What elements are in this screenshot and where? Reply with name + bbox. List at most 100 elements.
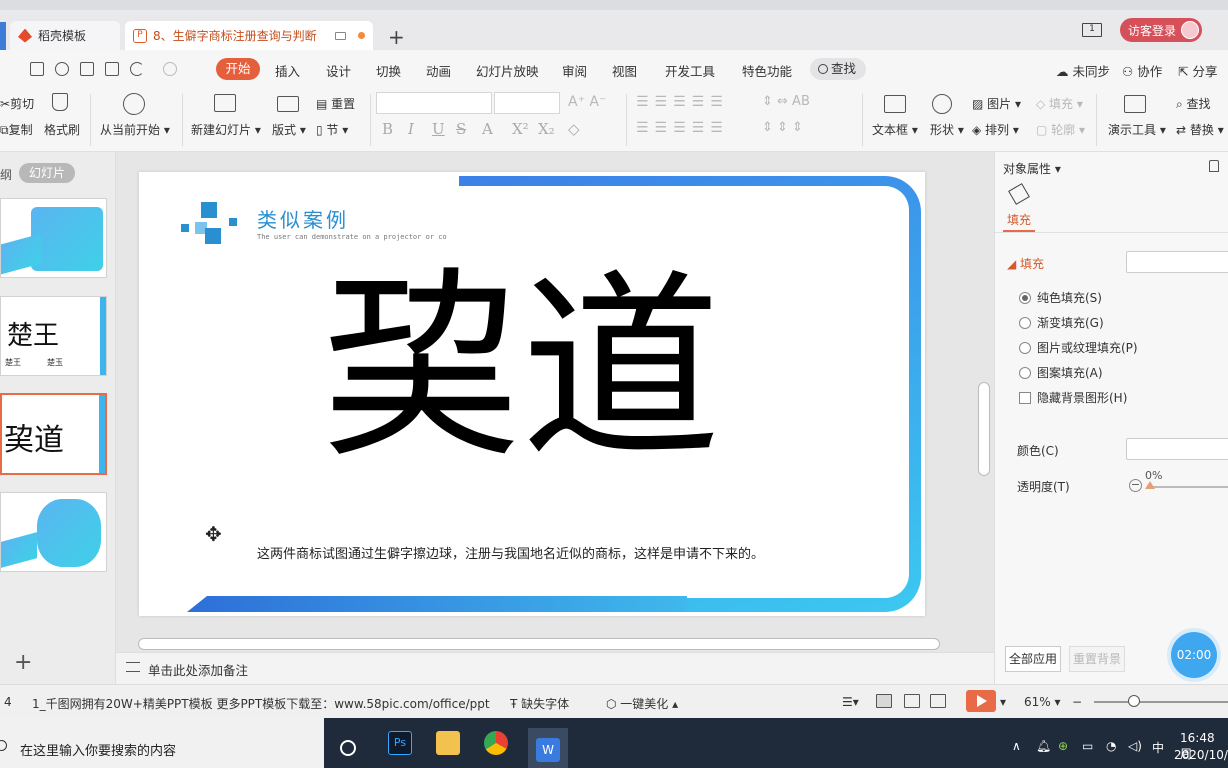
menu-review[interactable]: 审阅 — [562, 61, 587, 80]
fill-button[interactable]: ◇ 填充 ▾ — [1036, 95, 1083, 112]
presentation-tools-button[interactable]: 演示工具 ▾ — [1108, 121, 1166, 138]
new-slide-button[interactable]: 新建幻灯片 ▾ — [191, 121, 261, 138]
list-buttons[interactable]: ☰☰☰☰☰ — [636, 94, 729, 110]
visitor-login-button[interactable]: 访客登录 — [1120, 18, 1202, 42]
print-icon[interactable] — [80, 62, 94, 76]
play-slideshow-button[interactable] — [966, 690, 996, 712]
radio-pattern-fill[interactable]: 图案填充(A) — [1019, 364, 1103, 381]
page-count-icon[interactable]: 1 — [1082, 23, 1102, 37]
notification-icon[interactable]: 🔔︎ — [1036, 739, 1051, 753]
transparency-decrease-button[interactable]: − — [1129, 479, 1142, 492]
clear-format-icon[interactable]: ◇ — [568, 120, 580, 138]
superscript-icon[interactable]: X² — [512, 120, 529, 138]
undo-icon[interactable] — [130, 62, 144, 76]
color-dropdown[interactable] — [1126, 438, 1228, 460]
menu-home[interactable]: 开始 — [216, 58, 260, 80]
pin-icon[interactable] — [1209, 160, 1219, 172]
layout-icon[interactable] — [277, 96, 299, 112]
task-view-icon[interactable] — [340, 740, 356, 756]
shape-icon[interactable] — [932, 94, 952, 114]
section-button[interactable]: ▯ 节 ▾ — [316, 121, 348, 138]
tab-slides[interactable]: 幻灯片 — [19, 163, 75, 183]
menu-features[interactable]: 特色功能 — [742, 61, 792, 80]
fill-section-header[interactable]: ◢ 填充 — [1007, 255, 1044, 272]
horizontal-scrollbar[interactable] — [138, 638, 940, 650]
zoom-level[interactable]: 61% ▾ — [1024, 695, 1061, 709]
redo-icon[interactable] — [163, 62, 177, 76]
fill-type-dropdown[interactable] — [1126, 251, 1228, 273]
from-current-button[interactable]: 从当前开始 ▾ — [100, 121, 170, 138]
panel-title[interactable]: 对象属性 ▾ — [1003, 160, 1061, 177]
tray-chevron-icon[interactable]: ∧ — [1012, 739, 1021, 753]
play-from-current-icon[interactable] — [123, 93, 145, 115]
reading-view-icon[interactable] — [930, 694, 946, 708]
notes-toggle-icon[interactable]: ☰▾ — [842, 695, 859, 709]
fill-bucket-icon[interactable] — [1008, 183, 1030, 205]
chrome-icon[interactable] — [484, 731, 508, 755]
menu-design[interactable]: 设计 — [326, 61, 351, 80]
display-icon[interactable] — [335, 31, 346, 40]
reset-button[interactable]: ▤ 重置 — [316, 95, 355, 112]
picture-button[interactable]: ▨ 图片 ▾ — [972, 95, 1021, 112]
outline-button[interactable]: ▢ 轮廓 ▾ — [1036, 121, 1085, 138]
font-size-select[interactable] — [494, 92, 560, 114]
strikethrough-icon[interactable]: S — [456, 120, 466, 138]
plus-app-icon[interactable]: ⊕ — [1058, 739, 1068, 753]
checkbox-hide-background[interactable]: 隐藏背景图形(H) — [1019, 389, 1127, 406]
save-icon[interactable] — [30, 62, 44, 76]
share-button[interactable]: ⇱ 分享 — [1178, 61, 1217, 80]
ime-indicator[interactable]: 中 — [1152, 739, 1164, 756]
slide-title[interactable]: 类似案例 — [257, 204, 349, 233]
menu-insert[interactable]: 插入 — [275, 61, 300, 80]
replace-button[interactable]: ⇄ 替换 ▾ — [1176, 121, 1224, 138]
font-family-select[interactable] — [376, 92, 492, 114]
zoom-slider[interactable] — [1094, 701, 1228, 703]
tab-current-document[interactable]: P 8、生僻字商标注册查询与判断 — [125, 21, 373, 50]
presentation-tools-icon[interactable] — [1124, 95, 1146, 113]
slide-thumbnail-3-selected[interactable]: 巭道 — [0, 393, 107, 475]
arrange-button[interactable]: ◈ 排列 ▾ — [972, 121, 1019, 138]
slide-subtitle[interactable]: The user can demonstrate on a projector … — [257, 233, 447, 241]
line-spacing-icon[interactable]: ⇕ ⇕ ⇕ — [762, 120, 803, 135]
menu-slideshow[interactable]: 幻灯片放映 — [476, 61, 539, 80]
subscript-icon[interactable]: X₂ — [538, 120, 555, 138]
shape-button[interactable]: 形状 ▾ — [930, 121, 964, 138]
print-preview-icon[interactable] — [105, 62, 119, 76]
slide-thumbnail-1[interactable] — [0, 198, 107, 278]
volume-icon[interactable]: ◁) — [1128, 739, 1142, 753]
menu-view[interactable]: 视图 — [612, 61, 637, 80]
new-tab-button[interactable]: + — [388, 25, 405, 49]
underline-icon[interactable]: U — [432, 120, 445, 138]
vertical-scrollbar[interactable] — [978, 382, 990, 476]
reset-background-button[interactable]: 重置背景 — [1069, 646, 1125, 672]
slide-sorter-icon[interactable] — [904, 694, 920, 708]
radio-gradient-fill[interactable]: 渐变填充(G) — [1019, 314, 1104, 331]
format-painter-icon[interactable] — [52, 93, 68, 111]
align-buttons[interactable]: ☰☰☰☰☰ — [636, 120, 729, 136]
menu-animation[interactable]: 动画 — [426, 61, 451, 80]
textbox-button[interactable]: 文本框 ▾ — [872, 121, 918, 138]
transparency-slider-thumb[interactable] — [1145, 481, 1155, 489]
ribbon-find-button[interactable]: ⌕ 查找 — [1176, 95, 1211, 112]
missing-font-button[interactable]: Ŧ 缺失字体 — [510, 695, 569, 712]
radio-button[interactable] — [1019, 316, 1031, 329]
textbox-icon[interactable] — [884, 95, 906, 113]
play-options-icon[interactable]: ▾ — [1000, 695, 1006, 709]
checkbox[interactable] — [1019, 391, 1031, 404]
current-slide[interactable]: 类似案例 The user can demonstrate on a proje… — [139, 172, 925, 616]
file-explorer-icon[interactable] — [436, 731, 460, 755]
slide-editor-canvas[interactable]: 类似案例 The user can demonstrate on a proje… — [116, 152, 994, 652]
text-direction-icon[interactable]: ⇕ ⇔ AB — [762, 94, 810, 109]
radio-picture-fill[interactable]: 图片或纹理填充(P) — [1019, 339, 1138, 356]
slide-thumbnail-4[interactable] — [0, 492, 107, 572]
clock-date[interactable]: 2020/10/ — [1174, 748, 1228, 762]
undo-history-icon[interactable] — [55, 62, 69, 76]
zoom-slider-thumb[interactable] — [1128, 695, 1140, 707]
slide-thumbnail-2[interactable]: 楚王 楚王 楚玉 — [0, 296, 107, 376]
collaborate-button[interactable]: ⚇ 协作 — [1122, 61, 1162, 80]
tab-outline[interactable]: 纲 — [0, 166, 12, 183]
photoshop-icon[interactable]: Ps — [388, 731, 412, 755]
slide-big-text[interactable]: 巭道 — [321, 270, 721, 470]
layout-button[interactable]: 版式 ▾ — [272, 121, 306, 138]
font-color-icon[interactable]: A — [482, 120, 493, 138]
